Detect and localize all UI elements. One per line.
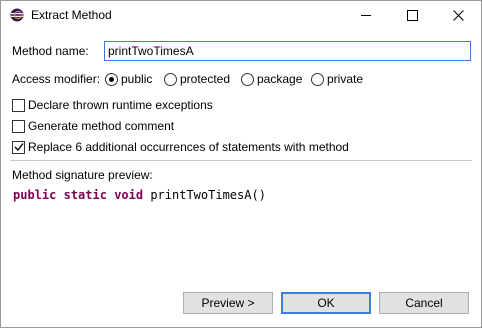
minimize-button[interactable] xyxy=(343,1,389,30)
signature-preview-label: Method signature preview: xyxy=(12,168,153,182)
generate-comment-label[interactable]: Generate method comment xyxy=(28,119,174,133)
radio-protected[interactable] xyxy=(164,73,177,86)
radio-private[interactable] xyxy=(311,73,324,86)
close-button[interactable] xyxy=(435,1,481,30)
keyword-void: void xyxy=(114,188,144,202)
replace-occurrences-label[interactable]: Replace 6 additional occurrences of stat… xyxy=(28,140,349,154)
radio-package[interactable] xyxy=(241,73,254,86)
maximize-button[interactable] xyxy=(389,1,435,30)
dialog-content: Method name: Access modifier: public pro… xyxy=(1,30,481,327)
access-modifier-label: Access modifier: xyxy=(12,72,101,86)
checkmark-icon xyxy=(14,143,24,152)
preview-button[interactable]: Preview > xyxy=(183,292,273,314)
generate-comment-checkbox[interactable] xyxy=(12,120,25,133)
window-title: Extract Method xyxy=(31,8,112,22)
separator xyxy=(10,160,472,161)
radio-public-label[interactable]: public xyxy=(121,72,152,86)
keyword-static: static xyxy=(63,188,107,202)
title-bar[interactable]: Extract Method xyxy=(1,1,481,30)
replace-occurrences-checkbox[interactable] xyxy=(12,141,25,154)
method-name-input[interactable] xyxy=(104,41,471,61)
radio-public[interactable] xyxy=(105,73,118,86)
radio-package-label[interactable]: package xyxy=(257,72,302,86)
close-icon xyxy=(452,10,464,21)
keyword-public: public xyxy=(13,188,57,202)
minimize-icon xyxy=(361,15,371,16)
method-signature: printTwoTimesA() xyxy=(150,188,266,202)
extract-method-dialog: Extract Method Method name: Access modif… xyxy=(0,0,482,328)
declare-exceptions-label[interactable]: Declare thrown runtime exceptions xyxy=(28,98,213,112)
cancel-button[interactable]: Cancel xyxy=(379,292,469,314)
eclipse-icon xyxy=(10,8,24,22)
declare-exceptions-checkbox[interactable] xyxy=(12,99,25,112)
ok-button[interactable]: OK xyxy=(281,292,371,314)
radio-private-label[interactable]: private xyxy=(327,72,363,86)
signature-preview: public static void printTwoTimesA() xyxy=(13,188,266,202)
radio-protected-label[interactable]: protected xyxy=(180,72,230,86)
maximize-icon xyxy=(406,10,418,21)
method-name-label: Method name: xyxy=(12,44,89,58)
